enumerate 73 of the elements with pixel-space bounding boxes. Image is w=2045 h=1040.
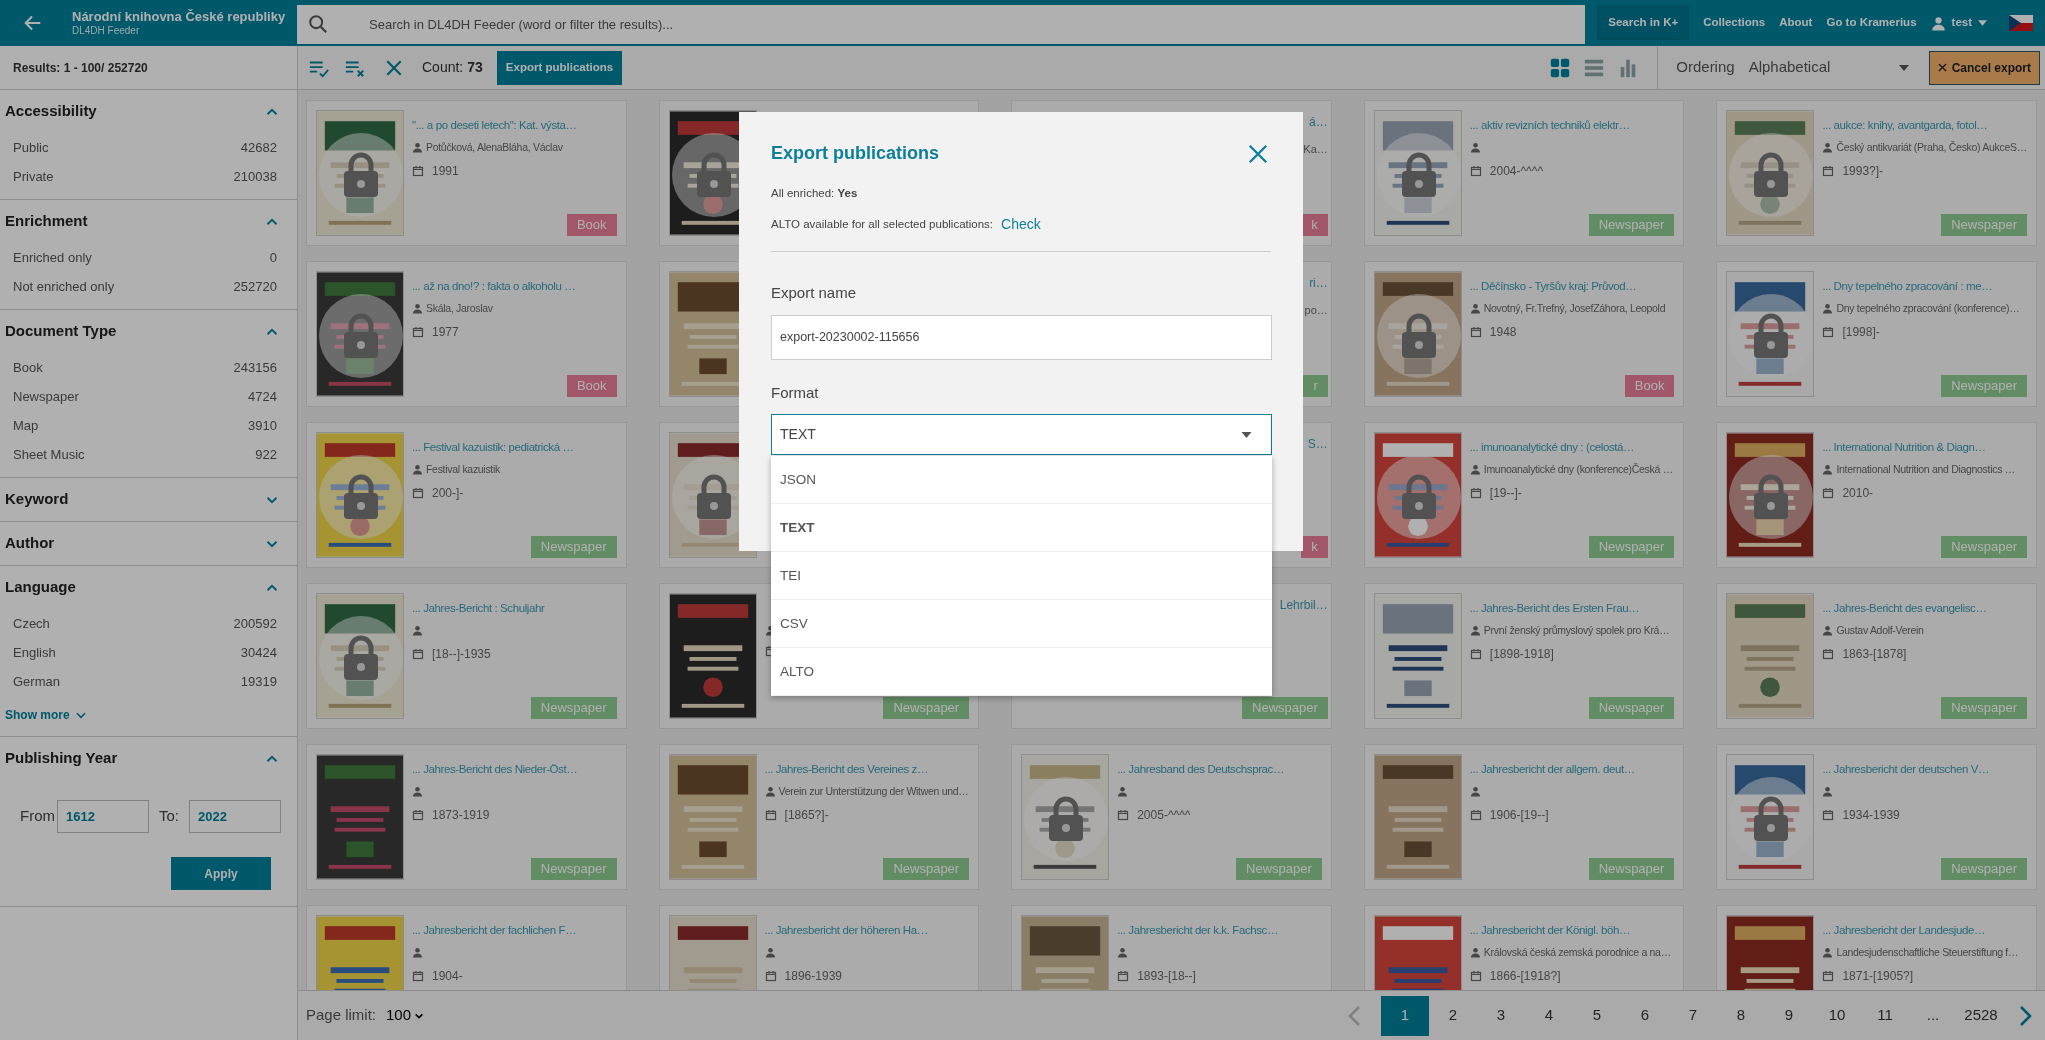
date-text: [19--]-: [1489, 485, 1522, 502]
author-text: Festival kazuistik: [426, 462, 500, 476]
from-label: From: [20, 806, 55, 827]
date-text: 2004-^^^^: [1489, 163, 1543, 180]
date-text: 1904-: [432, 968, 463, 985]
type-badge: Book: [566, 214, 617, 236]
alto-status: ALTO available for all selected publications:: [771, 217, 994, 233]
date-text: 1977: [432, 324, 459, 341]
author-text: Gustav Adolf-Verein: [1836, 623, 1924, 637]
date-text: 1871-[1905?]: [1842, 968, 1914, 985]
type-badge: Newspaper: [1588, 536, 1675, 558]
type-badge: Newspaper: [1941, 214, 2027, 236]
author-text: Královská česká zemská porodnice a na…: [1483, 945, 1671, 959]
type-badge: k: [1301, 536, 1328, 558]
type-badge: Newspaper: [883, 858, 970, 880]
selection-count: 73: [467, 58, 483, 77]
type-badge: Newspaper: [883, 697, 970, 719]
type-badge: Newspaper: [1941, 697, 2027, 719]
type-badge: Newspaper: [1588, 214, 1675, 236]
author-text: Verein zur Unterstützung der Witwen und…: [778, 784, 969, 798]
author-text: Potůčková, AlenaBláha, Václav: [426, 140, 563, 154]
format-label: Format: [771, 382, 819, 403]
date-text: 1866-[1918?]: [1489, 968, 1561, 985]
ordering-label: Ordering: [1676, 57, 1735, 78]
author-text: První ženský průmyslový spolek pro Krá…: [1483, 623, 1670, 637]
author-text: International Nutrition and Diagnostics …: [1836, 462, 2015, 476]
count-label: Count:: [422, 58, 464, 77]
date-text: 1873-1919: [432, 807, 490, 824]
date-text: 1934-1939: [1842, 807, 1900, 824]
date-text: 1893-[18--]: [1137, 968, 1196, 985]
date-text: 1896-1939: [784, 968, 842, 985]
date-text: 1948: [1489, 324, 1517, 341]
author-text: Imunoanalytické dny (konference)Česká …: [1483, 462, 1673, 476]
page-limit-label: Page limit:: [306, 1005, 377, 1026]
author-text: Dny tepelného zpracování (konference)…: [1836, 301, 2020, 315]
type-badge: Book: [1624, 375, 1675, 397]
type-badge: Newspaper: [1941, 536, 2027, 558]
type-badge: Newspaper: [1236, 858, 1322, 880]
author-text: po…: [1304, 303, 1328, 318]
date-text: [18--]-1935: [432, 646, 491, 663]
author-text: Landesjudenschaftliche Steuerstiftung f…: [1836, 945, 2019, 959]
author-text: Český antikvariát (Praha, Česko) AukceS…: [1836, 140, 2027, 154]
author-text: Novotný, Fr.Trefný, JosefZáhora, Leopold: [1483, 301, 1666, 315]
type-badge: Newspaper: [530, 858, 617, 880]
date-text: 1991: [432, 163, 459, 180]
export-name-label: Export name: [771, 283, 857, 304]
type-badge: Newspaper: [530, 536, 617, 558]
app-subtitle: DL4DH Feeder: [72, 25, 141, 37]
library-name: Národní knihovna České republiky: [72, 9, 286, 25]
to-label: To:: [159, 806, 179, 827]
date-text: 200-]-: [432, 485, 464, 502]
author-text: Skála, Jaroslav: [426, 301, 493, 315]
date-text: [1865?]-: [784, 807, 829, 824]
type-badge: Newspaper: [1941, 375, 2027, 397]
results-summary: Results: 1 - 100/ 252720: [13, 59, 148, 77]
type-badge: Newspaper: [1588, 697, 1675, 719]
date-text: 1993?]-: [1842, 163, 1884, 180]
date-text: 1863-[1878]: [1842, 646, 1907, 663]
type-badge: Newspaper: [1941, 858, 2027, 880]
type-badge: Newspaper: [530, 697, 617, 719]
date-text: 2005-^^^^: [1137, 807, 1191, 824]
type-badge: Book: [566, 375, 617, 397]
type-badge: r: [1303, 375, 1328, 397]
enriched-status: All enriched: Yes: [771, 186, 858, 201]
dialog-title: Export publications: [771, 142, 939, 165]
type-badge: k: [1301, 214, 1328, 236]
date-text: 1906-[19--]: [1489, 807, 1549, 824]
author-text: Ka…: [1303, 142, 1328, 157]
type-badge: Newspaper: [1588, 858, 1675, 880]
date-text: [1898-1918]: [1489, 646, 1554, 663]
type-badge: Newspaper: [1242, 697, 1328, 719]
date-text: 2010-: [1842, 485, 1874, 502]
date-text: [1998]-: [1842, 324, 1880, 341]
